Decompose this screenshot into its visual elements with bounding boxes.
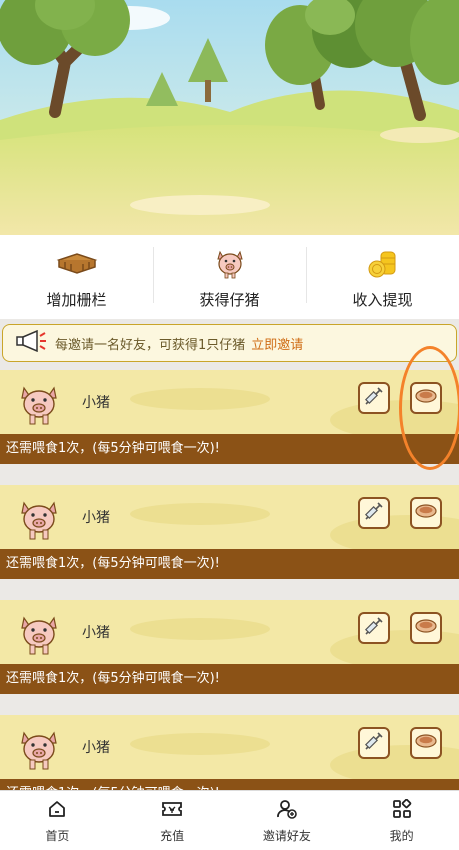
pig-card: 小猪还需喂食1次，(每5分钟可喂食一次)! <box>0 600 459 694</box>
invite-now-link[interactable]: 立即邀请 <box>251 334 303 353</box>
feed-button[interactable] <box>410 612 442 644</box>
tab-home-label: 首页 <box>45 829 70 843</box>
coins-icon <box>367 247 399 281</box>
pig-name: 小猪 <box>82 395 110 411</box>
pig-name: 小猪 <box>82 510 110 526</box>
pig-icon <box>18 497 60 547</box>
add-user-icon <box>276 799 298 823</box>
pig-icon <box>18 382 60 432</box>
tab-recharge-label: 充值 <box>160 829 185 843</box>
withdraw-income-button[interactable]: 收入提现 <box>306 235 459 319</box>
pig-card: 小猪还需喂食1次，(每5分钟可喂食一次)! <box>0 485 459 579</box>
syringe-icon <box>363 500 385 526</box>
pig-icon <box>18 612 60 662</box>
bottom-tab-bar: 首页 充值 邀请好友 我的 <box>0 790 459 850</box>
pig-icon <box>18 727 60 777</box>
vaccine-button[interactable] <box>358 497 390 529</box>
feed-button[interactable] <box>410 727 442 759</box>
tab-mine-label: 我的 <box>389 829 414 843</box>
action-bar: 增加栅栏 获得仔猪 收入提现 <box>0 235 459 319</box>
vaccine-button[interactable] <box>358 382 390 414</box>
get-piglet-label: 获得仔猪 <box>199 291 260 309</box>
highlight-circle-annotation <box>399 346 459 470</box>
food-bowl-icon <box>414 502 438 524</box>
food-bowl-icon <box>414 732 438 754</box>
ticket-icon <box>161 799 183 823</box>
pig-farm-page: 增加栅栏 获得仔猪 收入提现 每邀请一名好友，可获得1只仔猪 立即邀请 小猪 还… <box>0 0 459 850</box>
feed-button[interactable] <box>410 497 442 529</box>
pig-card-background <box>0 600 459 664</box>
syringe-icon <box>363 615 385 641</box>
notice-text: 每邀请一名好友，可获得1只仔猪 <box>55 337 246 353</box>
pig-card-background <box>0 370 459 434</box>
home-icon <box>47 799 67 823</box>
syringe-icon <box>363 730 385 756</box>
feeding-status-text: 还需喂食1次，(每5分钟可喂食一次)! <box>0 664 459 694</box>
tab-recharge[interactable]: 充值 <box>115 791 230 850</box>
farm-scene <box>0 0 459 235</box>
tab-invite-friends[interactable]: 邀请好友 <box>230 791 345 850</box>
tab-mine[interactable]: 我的 <box>344 791 459 850</box>
pig-card: 小猪还需喂食1次，(每5分钟可喂食一次)! <box>0 370 459 464</box>
invite-notice: 每邀请一名好友，可获得1只仔猪 立即邀请 <box>2 324 457 362</box>
withdraw-income-label: 收入提现 <box>352 291 413 309</box>
add-fence-label: 增加栅栏 <box>46 291 107 309</box>
add-fence-button[interactable]: 增加栅栏 <box>0 235 153 319</box>
vaccine-button[interactable] <box>358 612 390 644</box>
megaphone-icon <box>15 329 47 356</box>
food-bowl-icon <box>414 617 438 639</box>
pig-name: 小猪 <box>82 740 110 756</box>
pig-card-background <box>0 485 459 549</box>
pig-name: 小猪 <box>82 625 110 641</box>
piglet-icon <box>215 247 245 281</box>
pig-card-background <box>0 715 459 779</box>
get-piglet-button[interactable]: 获得仔猪 <box>153 235 306 319</box>
vaccine-button[interactable] <box>358 727 390 759</box>
fence-icon <box>55 247 99 281</box>
feeding-status-text: 还需喂食1次，(每5分钟可喂食一次)! <box>0 434 459 464</box>
tab-home[interactable]: 首页 <box>0 791 115 850</box>
grid-icon <box>392 798 412 823</box>
tab-invite-friends-label: 邀请好友 <box>262 829 311 843</box>
feeding-status-text: 还需喂食1次，(每5分钟可喂食一次)! <box>0 549 459 579</box>
syringe-icon <box>363 385 385 411</box>
